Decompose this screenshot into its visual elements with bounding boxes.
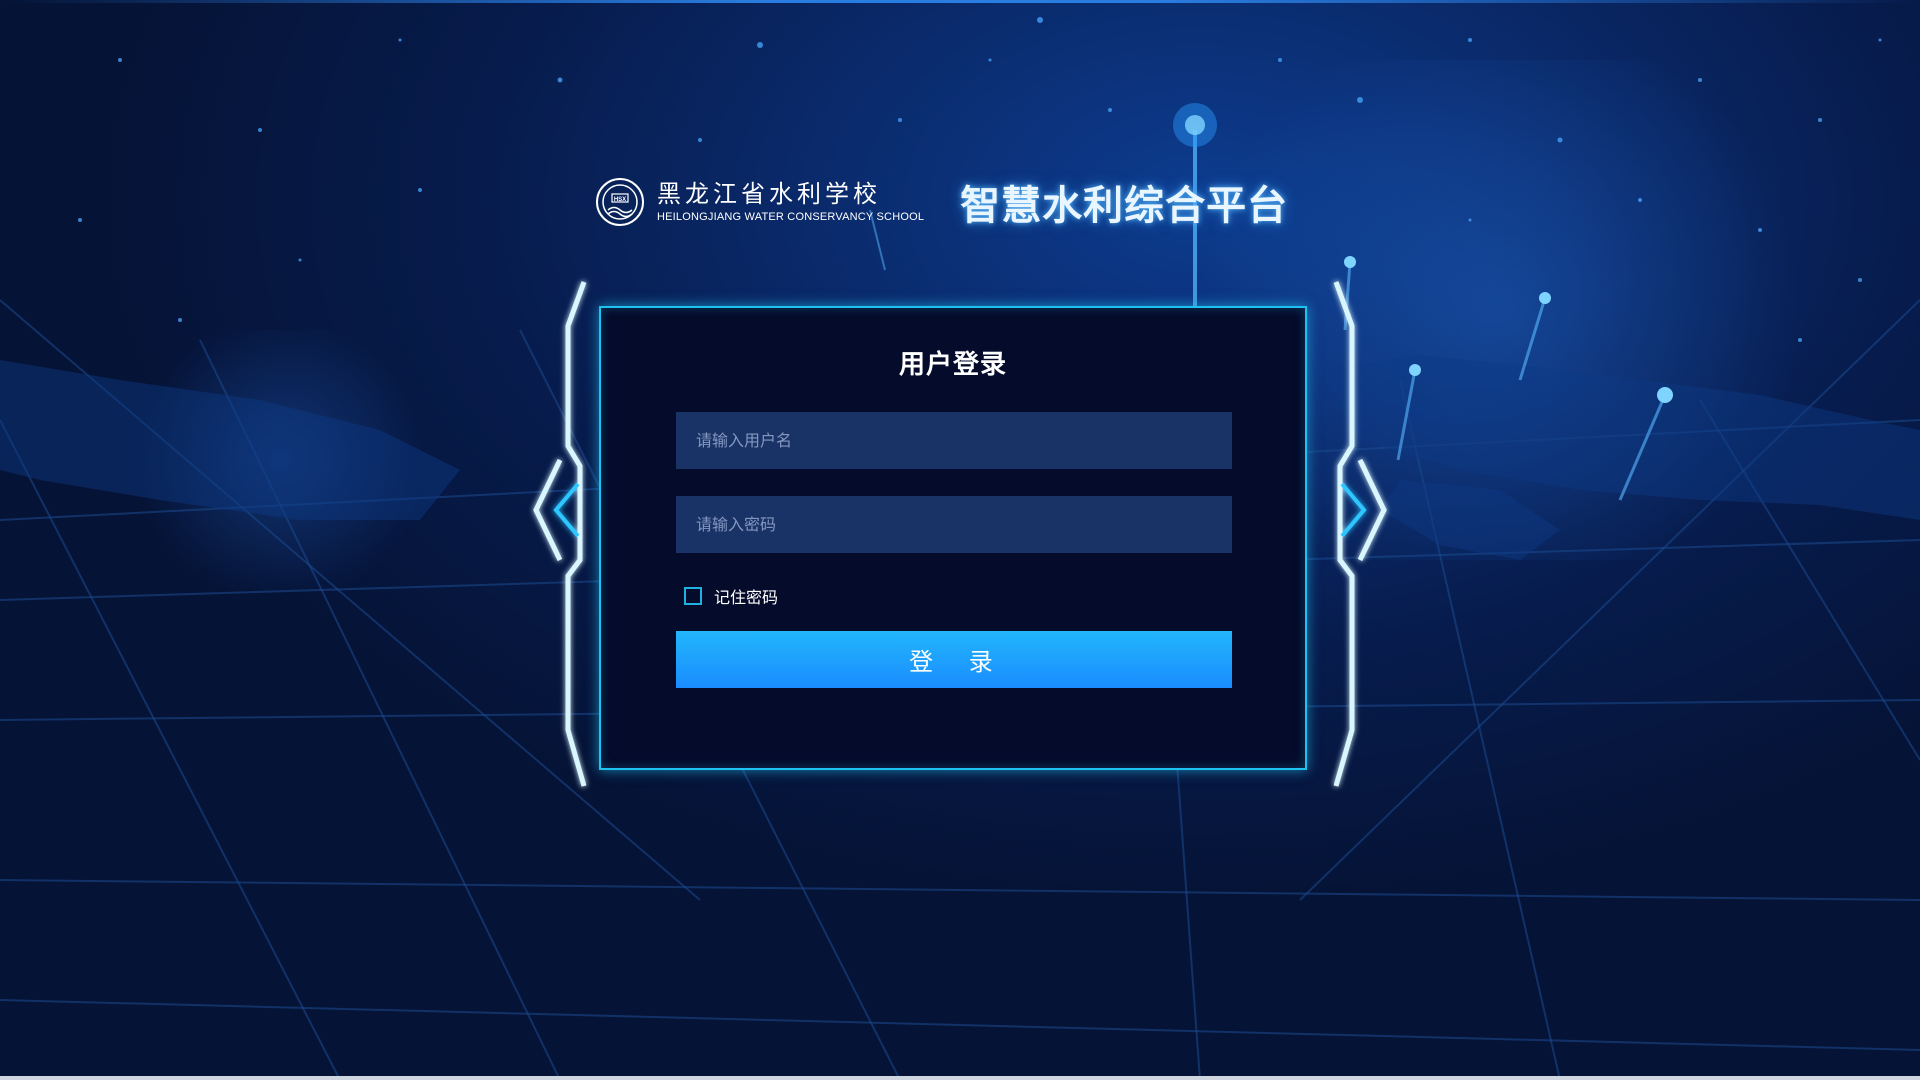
password-input[interactable] — [676, 496, 1232, 553]
seal-text: HSX — [614, 197, 626, 203]
login-button[interactable]: 登 录 — [676, 631, 1232, 688]
platform-title: 智慧水利综合平台 — [960, 183, 1289, 229]
login-card: 用户登录 记住密码 登 录 — [599, 306, 1307, 770]
school-name-block: 黑龙江省水利学校 HEILONGJIANG WATER CONSERVANCY … — [657, 180, 924, 224]
remember-password-label[interactable]: 记住密码 — [714, 584, 778, 608]
login-title: 用户登录 — [898, 350, 1007, 380]
username-input[interactable] — [676, 412, 1232, 469]
bottom-bar — [0, 1076, 1920, 1080]
school-seal-icon: HSX — [596, 178, 644, 226]
school-name-cn: 黑龙江省水利学校 — [657, 180, 881, 208]
remember-password-row[interactable]: 记住密码 — [684, 584, 778, 608]
remember-password-checkbox[interactable] — [684, 587, 702, 605]
top-accent-line — [0, 0, 1920, 3]
page-header: HSX 黑龙江省水利学校 HEILONGJIANG WATER CONSERVA… — [595, 172, 1288, 232]
school-name-en: HEILONGJIANG WATER CONSERVANCY SCHOOL — [657, 211, 925, 223]
